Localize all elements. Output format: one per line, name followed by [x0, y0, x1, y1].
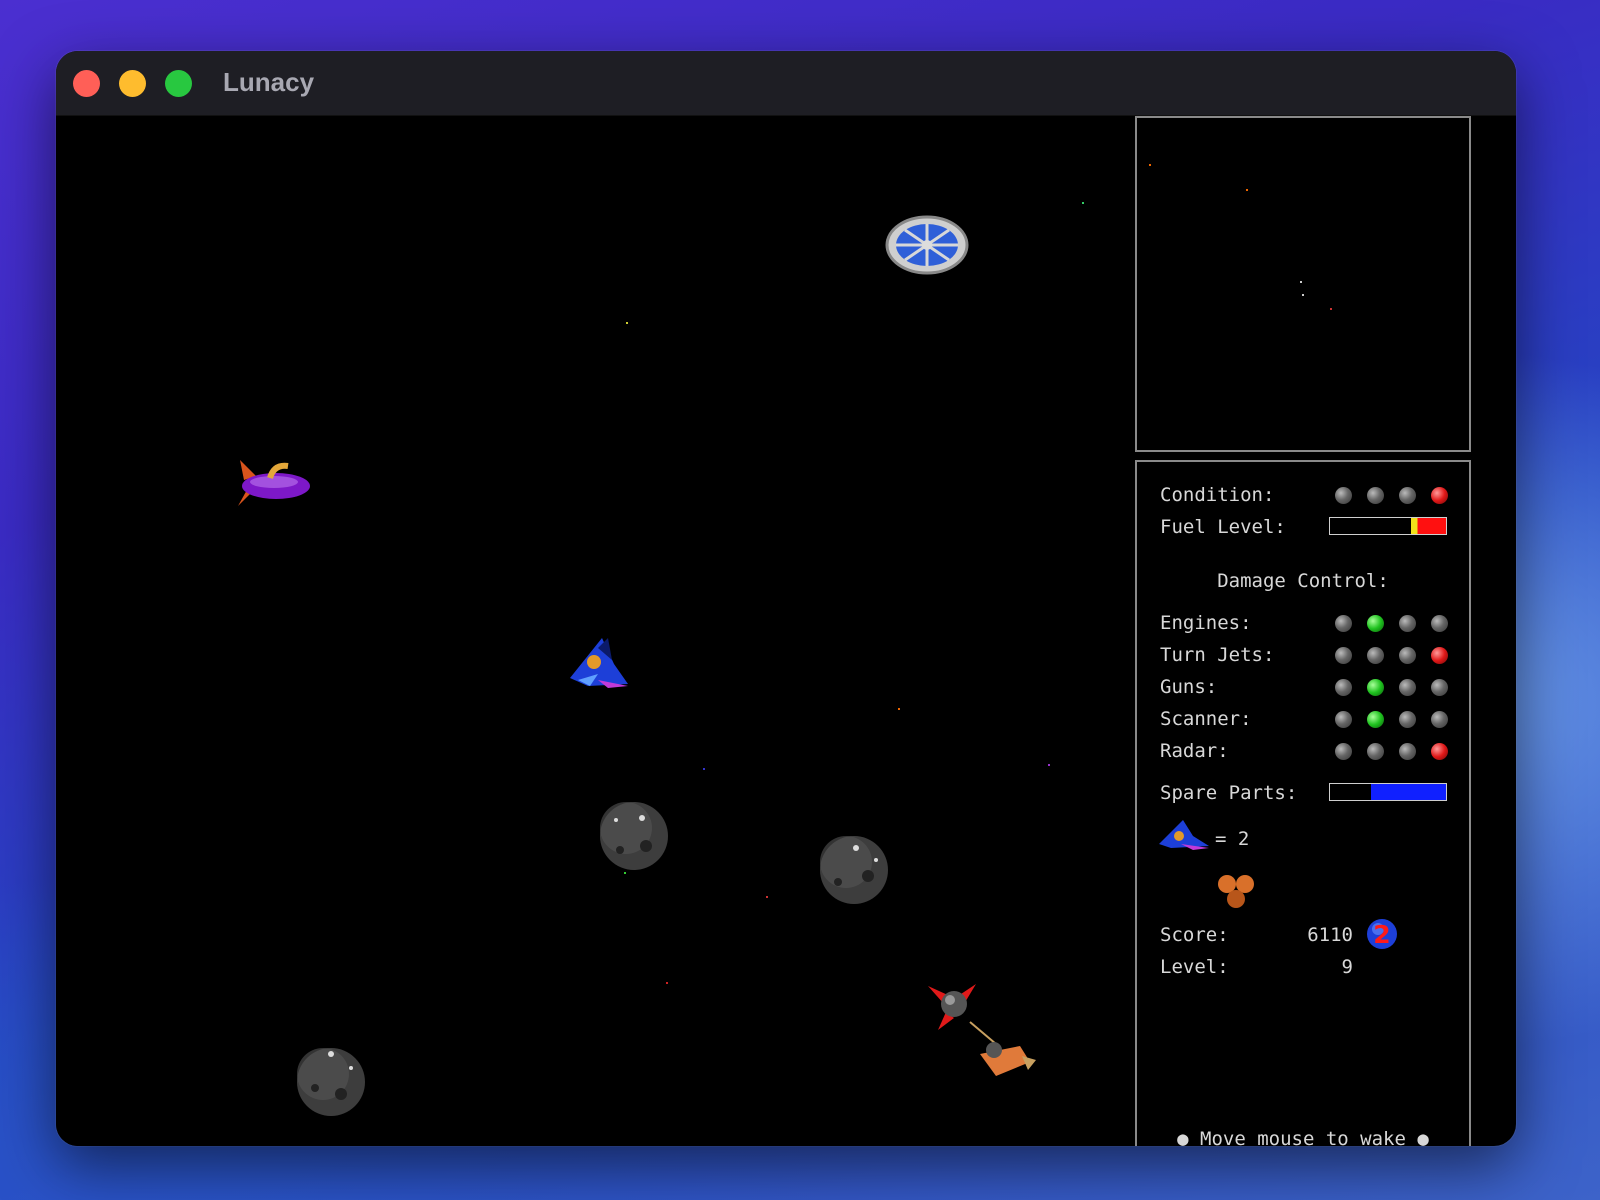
status-lamp: [1367, 615, 1384, 632]
guns-lights: [1335, 679, 1448, 697]
fuel-label: Fuel Level:: [1160, 516, 1286, 538]
status-lamp: [1431, 647, 1448, 664]
purple-enemy-ship-icon: [238, 460, 310, 506]
guns-label: Guns:: [1160, 676, 1218, 698]
condition-lights: [1335, 487, 1448, 505]
status-lamp: [1367, 487, 1384, 504]
turn-jets-label: Turn Jets:: [1160, 644, 1275, 666]
star: [626, 322, 628, 324]
status-lamp: [1335, 615, 1352, 632]
radar-blip: [1300, 281, 1302, 283]
scanner-lights: [1335, 711, 1448, 729]
damage-control-heading: Damage Control:: [1217, 570, 1389, 592]
game-window: Lunacy Condition: Fuel Level: Damage Con…: [56, 51, 1516, 1146]
close-button[interactable]: [73, 70, 100, 97]
star: [703, 768, 705, 770]
scanner-label: Scanner:: [1160, 708, 1252, 730]
star: [898, 708, 900, 710]
score-label: Score:: [1160, 924, 1229, 946]
engines-lights: [1335, 615, 1448, 633]
radar-panel: [1135, 116, 1471, 452]
fuel-gauge: [1329, 517, 1447, 535]
radar-blip: [1246, 189, 1248, 191]
level-label: Level:: [1160, 956, 1229, 978]
spare-parts-gauge: [1329, 783, 1447, 801]
score-multiplier-value: 2: [1373, 920, 1390, 949]
asteroid-icon: [820, 836, 888, 904]
level-value: 9: [1341, 956, 1353, 978]
status-panel: Condition: Fuel Level: Damage Control: E…: [1135, 460, 1471, 1146]
status-lamp: [1399, 679, 1416, 696]
score-multiplier-badge: 2: [1367, 919, 1397, 949]
status-lamp: [1335, 647, 1352, 664]
spare-parts-label: Spare Parts:: [1160, 782, 1298, 804]
minimize-button[interactable]: [119, 70, 146, 97]
towed-pod-icon: [969, 1021, 1036, 1076]
turn-jets-lights: [1335, 647, 1448, 665]
star: [1048, 764, 1050, 766]
status-lamp: [1367, 679, 1384, 696]
status-lamp: [1367, 743, 1384, 760]
condition-label: Condition:: [1160, 484, 1275, 506]
radar-blip: [1302, 294, 1304, 296]
star: [766, 896, 768, 898]
status-lamp: [1399, 711, 1416, 728]
status-lamp: [1335, 711, 1352, 728]
radar-blip: [1149, 164, 1151, 166]
spare-parts-gauge-fill: [1370, 784, 1446, 800]
wake-message: ● Move mouse to wake ●: [1177, 1128, 1429, 1146]
status-lamp: [1431, 711, 1448, 728]
status-lamp: [1399, 647, 1416, 664]
bonus-pods-icon: [1218, 875, 1254, 908]
asteroid-icon: [297, 1048, 365, 1116]
status-lamp: [1431, 743, 1448, 760]
ships-remaining-icon: [1159, 820, 1209, 850]
status-lamp: [1367, 647, 1384, 664]
status-lamp: [1335, 487, 1352, 504]
radar-lights: [1335, 743, 1448, 761]
ships-remaining-count: = 2: [1215, 828, 1250, 850]
space-station-icon: [885, 215, 969, 275]
star: [1082, 202, 1084, 204]
player-ship-icon: [570, 638, 628, 688]
fuel-gauge-fill: [1411, 518, 1446, 534]
window-title: Lunacy: [223, 67, 315, 97]
status-lamp: [1431, 487, 1448, 504]
radar-blip: [1330, 308, 1332, 310]
status-lamp: [1367, 711, 1384, 728]
score-value: 6110: [1307, 924, 1353, 946]
zoom-button[interactable]: [165, 70, 192, 97]
status-lamp: [1431, 679, 1448, 696]
title-bar: Lunacy: [56, 51, 1516, 116]
playfield[interactable]: [56, 116, 1134, 1146]
radar-label: Radar:: [1160, 740, 1229, 762]
status-lamp: [1335, 679, 1352, 696]
asteroid-icon: [600, 802, 668, 870]
engines-label: Engines:: [1160, 612, 1252, 634]
status-lamp: [1399, 743, 1416, 760]
status-lamp: [1335, 743, 1352, 760]
status-lamp: [1431, 615, 1448, 632]
status-lamp: [1399, 487, 1416, 504]
star: [666, 982, 668, 984]
status-lamp: [1399, 615, 1416, 632]
